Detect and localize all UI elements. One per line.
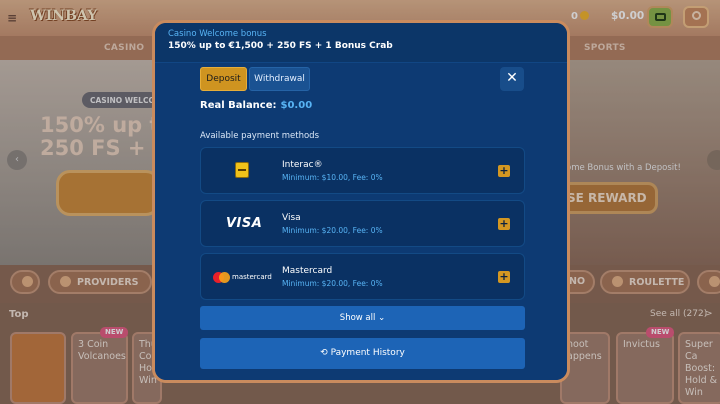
chevron-down-icon: ⌄ [378,313,386,323]
payment-history-button[interactable]: ⟲ Payment History [200,338,525,369]
payment-history-label: Payment History [330,348,405,358]
bonus-text: 150% up to €1,500 + 250 FS + 1 Bonus Cra… [168,41,393,51]
payment-method-visa[interactable]: VISA Visa Minimum: $20.00, Fee: 0% + [200,200,525,247]
payment-modal: Casino Welcome bonus 150% up to €1,500 +… [152,20,570,383]
modal-body: Deposit Withdrawal ✕ Real Balance: $0.00 … [155,64,567,380]
payment-method-interac[interactable]: Interac® Minimum: $10.00, Fee: 0% + [200,147,525,194]
tab-deposit[interactable]: Deposit [200,67,247,91]
add-icon[interactable]: + [498,271,510,283]
show-all-label: Show all [339,313,376,323]
show-all-button[interactable]: Show all ⌄ [200,306,525,330]
tab-withdrawal[interactable]: Withdrawal [249,67,310,91]
method-name: Mastercard [282,266,333,276]
bonus-banner: Casino Welcome bonus 150% up to €1,500 +… [155,23,567,63]
method-name: Visa [282,213,301,223]
add-icon[interactable]: + [498,165,510,177]
method-details: Minimum: $10.00, Fee: 0% [282,173,383,182]
visa-logo: VISA [201,201,281,246]
real-balance-label: Real Balance: [200,100,277,111]
mastercard-icon: mastercard [213,272,273,284]
methods-title: Available payment methods [200,131,319,141]
mastercard-logo: mastercard [201,254,281,299]
visa-icon: VISA [226,216,263,231]
history-icon: ⟲ [320,348,328,358]
interac-icon [235,162,249,178]
real-balance: Real Balance: $0.00 [200,100,312,111]
mastercard-wordmark: mastercard [232,273,272,281]
add-icon[interactable]: + [498,218,510,230]
method-name: Interac® [282,160,323,170]
real-balance-value: $0.00 [280,100,313,111]
interac-logo [201,148,281,193]
method-details: Minimum: $20.00, Fee: 0% [282,226,383,235]
method-details: Minimum: $20.00, Fee: 0% [282,279,383,288]
close-icon[interactable]: ✕ [500,67,524,91]
payment-method-mastercard[interactable]: mastercard Mastercard Minimum: $20.00, F… [200,253,525,300]
bonus-title: Casino Welcome bonus [168,29,267,39]
